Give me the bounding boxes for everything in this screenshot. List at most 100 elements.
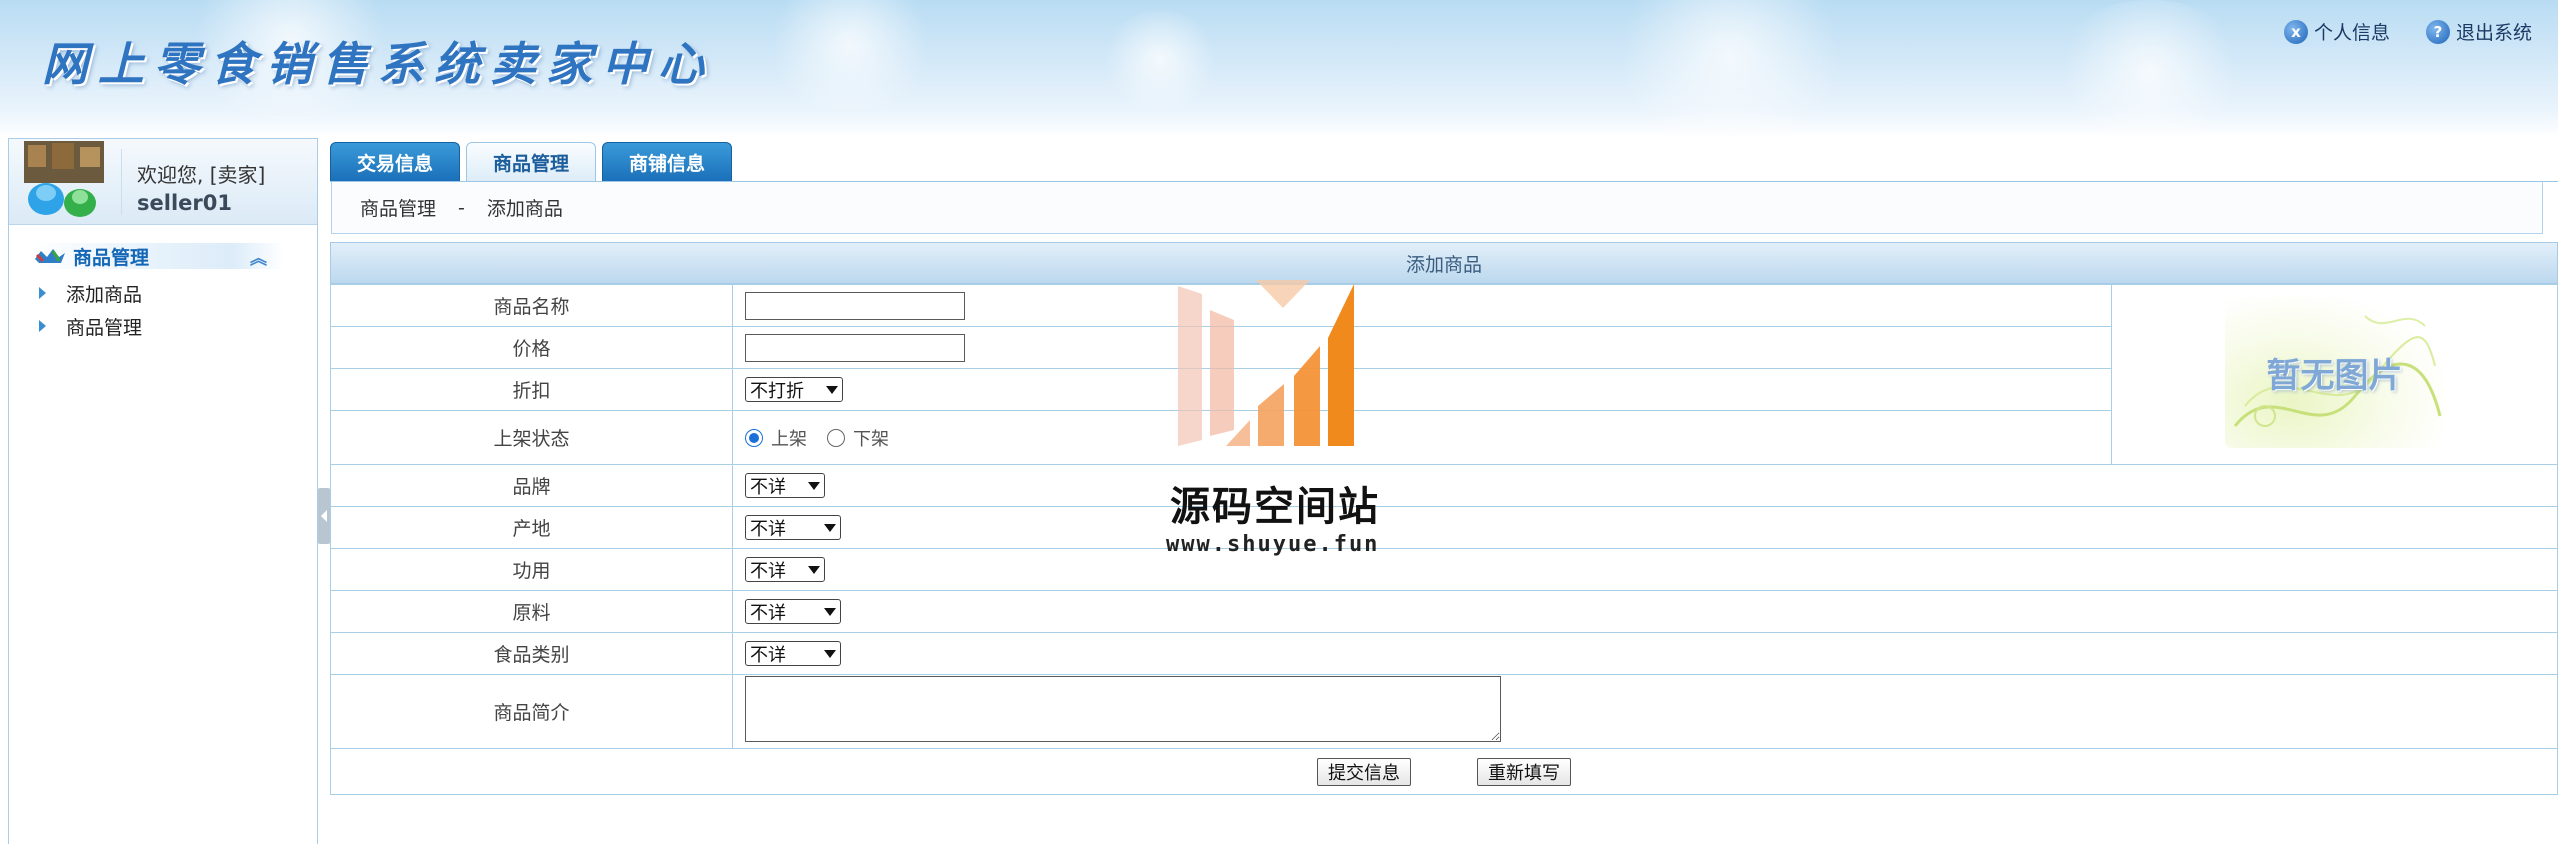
reset-button[interactable]: 重新填写 — [1477, 757, 1572, 786]
function-select-value: 不详 — [750, 560, 786, 582]
field-cell: 不详 — [732, 548, 2558, 591]
function-select[interactable]: 不详 — [745, 557, 825, 582]
field-label: 功用 — [330, 548, 733, 591]
site-title: 网上零食销售系统卖家中心 — [42, 37, 714, 91]
breadcrumb: 商品管理 - 添加商品 — [331, 182, 2543, 234]
price-input[interactable] — [745, 333, 965, 362]
breadcrumb-page: 添加商品 — [486, 198, 563, 220]
username: seller01 — [137, 191, 232, 215]
origin-select[interactable]: 不详 — [745, 515, 841, 540]
user-info-box: 欢迎您, [卖家] seller01 — [9, 139, 317, 225]
profile-link-label: 个人信息 — [2313, 22, 2390, 44]
no-image-placeholder: 暂无图片 — [2224, 296, 2445, 448]
chevron-double-up-icon[interactable]: ︽ — [250, 244, 267, 269]
brand-select[interactable]: 不详 — [745, 473, 825, 498]
field-label: 商品简介 — [330, 674, 733, 749]
form-row-actions: 提交信息 重新填写 — [330, 748, 2558, 795]
description-textarea[interactable] — [745, 676, 1501, 742]
chevron-down-icon — [808, 481, 820, 490]
field-cell: 不详 — [732, 590, 2558, 633]
ingredient-select-value: 不详 — [750, 602, 786, 624]
sidebar-collapse-handle[interactable] — [318, 488, 330, 544]
breadcrumb-separator: - — [458, 196, 465, 219]
form-row-description: 商品简介 — [330, 674, 2558, 749]
breadcrumb-section: 商品管理 — [360, 198, 437, 220]
actions-cell: 提交信息 重新填写 — [330, 748, 2558, 795]
avatar — [24, 141, 104, 217]
sidebar-item-label: 添加商品 — [66, 283, 143, 306]
origin-select-value: 不详 — [750, 518, 786, 540]
submit-button[interactable]: 提交信息 — [1316, 757, 1411, 786]
field-label: 原料 — [330, 590, 733, 633]
watermark-title: 源码空间站 — [1170, 484, 1380, 530]
form-row-origin: 产地 不详 — [330, 506, 2558, 549]
field-label: 产地 — [330, 506, 733, 549]
category-select-value: 不详 — [750, 644, 786, 666]
triangle-right-icon — [39, 287, 46, 299]
radio-off-shelf-label: 下架 — [853, 428, 889, 450]
logout-link[interactable]: ? 退出系统 — [2425, 18, 2532, 45]
tab-product-management[interactable]: 商品管理 — [466, 142, 597, 182]
form-row-function: 功用 不详 — [330, 548, 2558, 591]
form-title: 添加商品 — [330, 242, 2558, 284]
field-label: 食品类别 — [330, 632, 733, 675]
status-radio-group: 上架 下架 — [745, 425, 2111, 451]
image-preview-cell: 暂无图片 — [2111, 284, 2558, 465]
menu-folder-icon — [35, 249, 65, 263]
brand-select-value: 不详 — [750, 476, 786, 498]
field-label: 品牌 — [330, 464, 733, 507]
radio-on-shelf-label: 上架 — [771, 428, 807, 450]
sidebar-item-label: 商品管理 — [66, 316, 143, 339]
form-row-ingredient: 原料 不详 — [330, 590, 2558, 633]
triangle-right-icon — [39, 320, 46, 332]
header-banner: 网上零食销售系统卖家中心 x 个人信息 ? 退出系统 — [0, 0, 2558, 138]
radio-off-shelf[interactable] — [827, 428, 845, 447]
radio-on-shelf[interactable] — [745, 428, 763, 447]
menu-header-label: 商品管理 — [73, 246, 150, 269]
category-select[interactable]: 不详 — [745, 641, 841, 666]
field-label: 商品名称 — [330, 284, 733, 327]
top-tabs: 交易信息 商品管理 商铺信息 — [330, 142, 733, 182]
chevron-down-icon — [824, 649, 836, 658]
top-links: x 个人信息 ? 退出系统 — [2283, 18, 2532, 45]
welcome-text: 欢迎您, [卖家] — [137, 163, 266, 187]
field-cell: 不详 — [732, 632, 2558, 675]
field-cell — [732, 284, 2112, 327]
logout-link-label: 退出系统 — [2455, 22, 2532, 44]
ingredient-select[interactable]: 不详 — [745, 599, 841, 624]
user-divider — [121, 149, 122, 215]
sidebar-item-add-product[interactable]: 添加商品 — [39, 279, 142, 307]
form-row-category: 食品类别 不详 — [330, 632, 2558, 675]
field-label: 折扣 — [330, 368, 733, 411]
form-row-brand: 品牌 不详 — [330, 464, 2558, 507]
tab-shop-info[interactable]: 商铺信息 — [602, 142, 733, 182]
close-circle-icon: x — [2283, 19, 2308, 44]
field-cell: 不打折 — [732, 368, 2112, 411]
menu-header-product-management[interactable]: 商品管理 ︽ — [33, 243, 283, 269]
sidebar-item-product-management[interactable]: 商品管理 — [39, 312, 142, 340]
field-cell — [732, 326, 2112, 369]
chevron-down-icon — [824, 607, 836, 616]
chevron-down-icon — [826, 385, 838, 394]
left-sidebar: 欢迎您, [卖家] seller01 商品管理 ︽ 添加商品 商品管理 — [8, 138, 318, 844]
chevron-down-icon — [824, 523, 836, 532]
watermark-url: www.shuyue.fun — [1166, 532, 1380, 557]
no-image-text: 暂无图片 — [2266, 356, 2403, 396]
add-product-form: 添加商品 商品名称 暂无图片 价格 折扣 不打折 上架状态 上架 下架 品牌 不… — [330, 242, 2558, 795]
field-label: 上架状态 — [330, 410, 733, 465]
field-cell: 上架 下架 — [732, 410, 2112, 465]
form-row-name: 商品名称 暂无图片 — [330, 284, 2558, 465]
form-table: 商品名称 暂无图片 价格 折扣 不打折 上架状态 上架 下架 品牌 不详 产地 … — [330, 284, 2558, 795]
help-circle-icon: ? — [2425, 19, 2450, 44]
field-label: 价格 — [330, 326, 733, 369]
arrow-left-icon — [321, 510, 327, 522]
field-cell: 不详 — [732, 464, 2558, 507]
tab-trade-info[interactable]: 交易信息 — [330, 142, 461, 182]
field-cell: 不详 — [732, 506, 2558, 549]
product-name-input[interactable] — [745, 291, 965, 320]
chevron-down-icon — [808, 565, 820, 574]
profile-link[interactable]: x 个人信息 — [2283, 18, 2390, 45]
discount-select-value: 不打折 — [750, 380, 804, 402]
field-cell — [732, 674, 2558, 749]
discount-select[interactable]: 不打折 — [745, 377, 843, 402]
